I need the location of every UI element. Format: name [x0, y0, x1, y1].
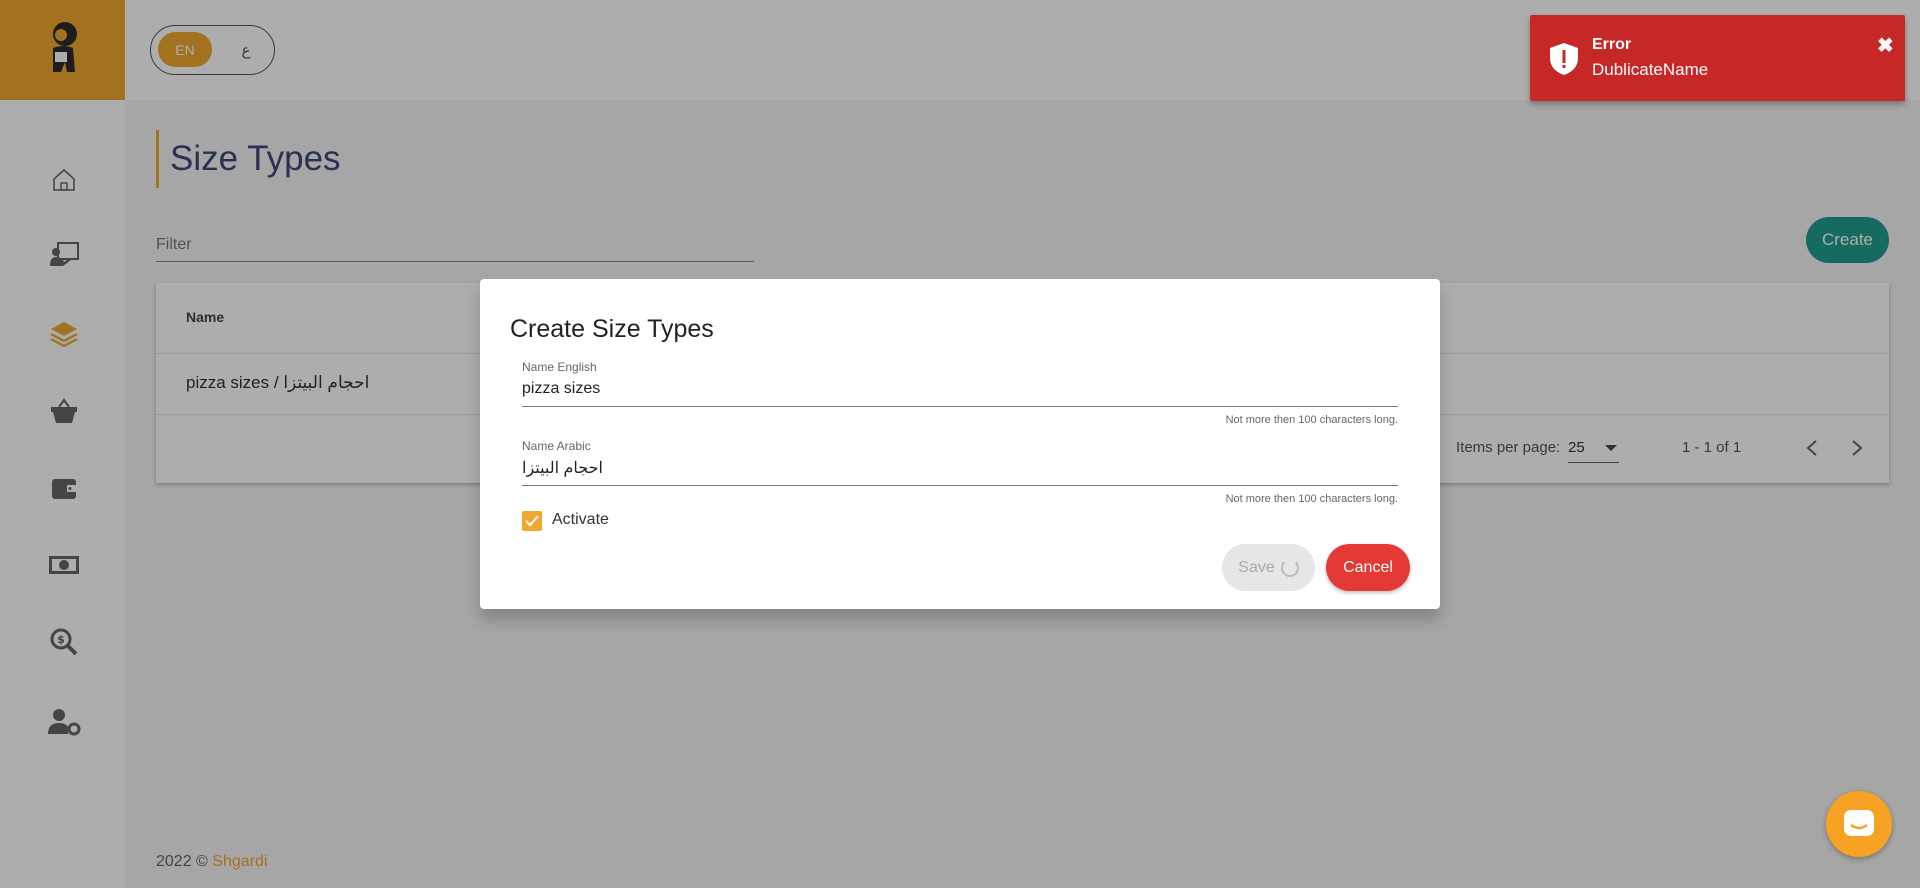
toast-message: DublicateName: [1592, 60, 1709, 79]
activate-checkbox[interactable]: [522, 511, 542, 531]
name-arabic-label: Name Arabic: [522, 439, 591, 453]
field-underline: [522, 485, 1398, 486]
save-label: Save: [1238, 558, 1275, 576]
activate-label[interactable]: Activate: [552, 511, 609, 529]
toast-close-icon[interactable]: ✖: [1877, 33, 1894, 58]
name-english-input[interactable]: [522, 380, 1398, 398]
chat-icon: [1844, 810, 1874, 836]
create-size-type-dialog: Create Size Types Name English Not more …: [480, 279, 1440, 609]
name-arabic-input[interactable]: [522, 459, 1398, 477]
cancel-button[interactable]: Cancel: [1326, 544, 1410, 591]
name-english-label: Name English: [522, 360, 597, 374]
name-english-hint: Not more then 100 characters long.: [1225, 414, 1398, 426]
name-arabic-hint: Not more then 100 characters long.: [1225, 493, 1398, 505]
field-underline: [522, 406, 1398, 407]
checkmark-icon: [525, 515, 539, 527]
chat-launcher-button[interactable]: [1826, 791, 1892, 857]
shield-alert-icon: [1550, 43, 1578, 75]
dialog-title: Create Size Types: [510, 315, 714, 343]
save-button[interactable]: Save: [1222, 544, 1315, 591]
loading-spinner-icon: [1280, 558, 1299, 577]
error-toast: Error DublicateName ✖: [1530, 15, 1905, 101]
toast-title: Error: [1592, 36, 1632, 53]
